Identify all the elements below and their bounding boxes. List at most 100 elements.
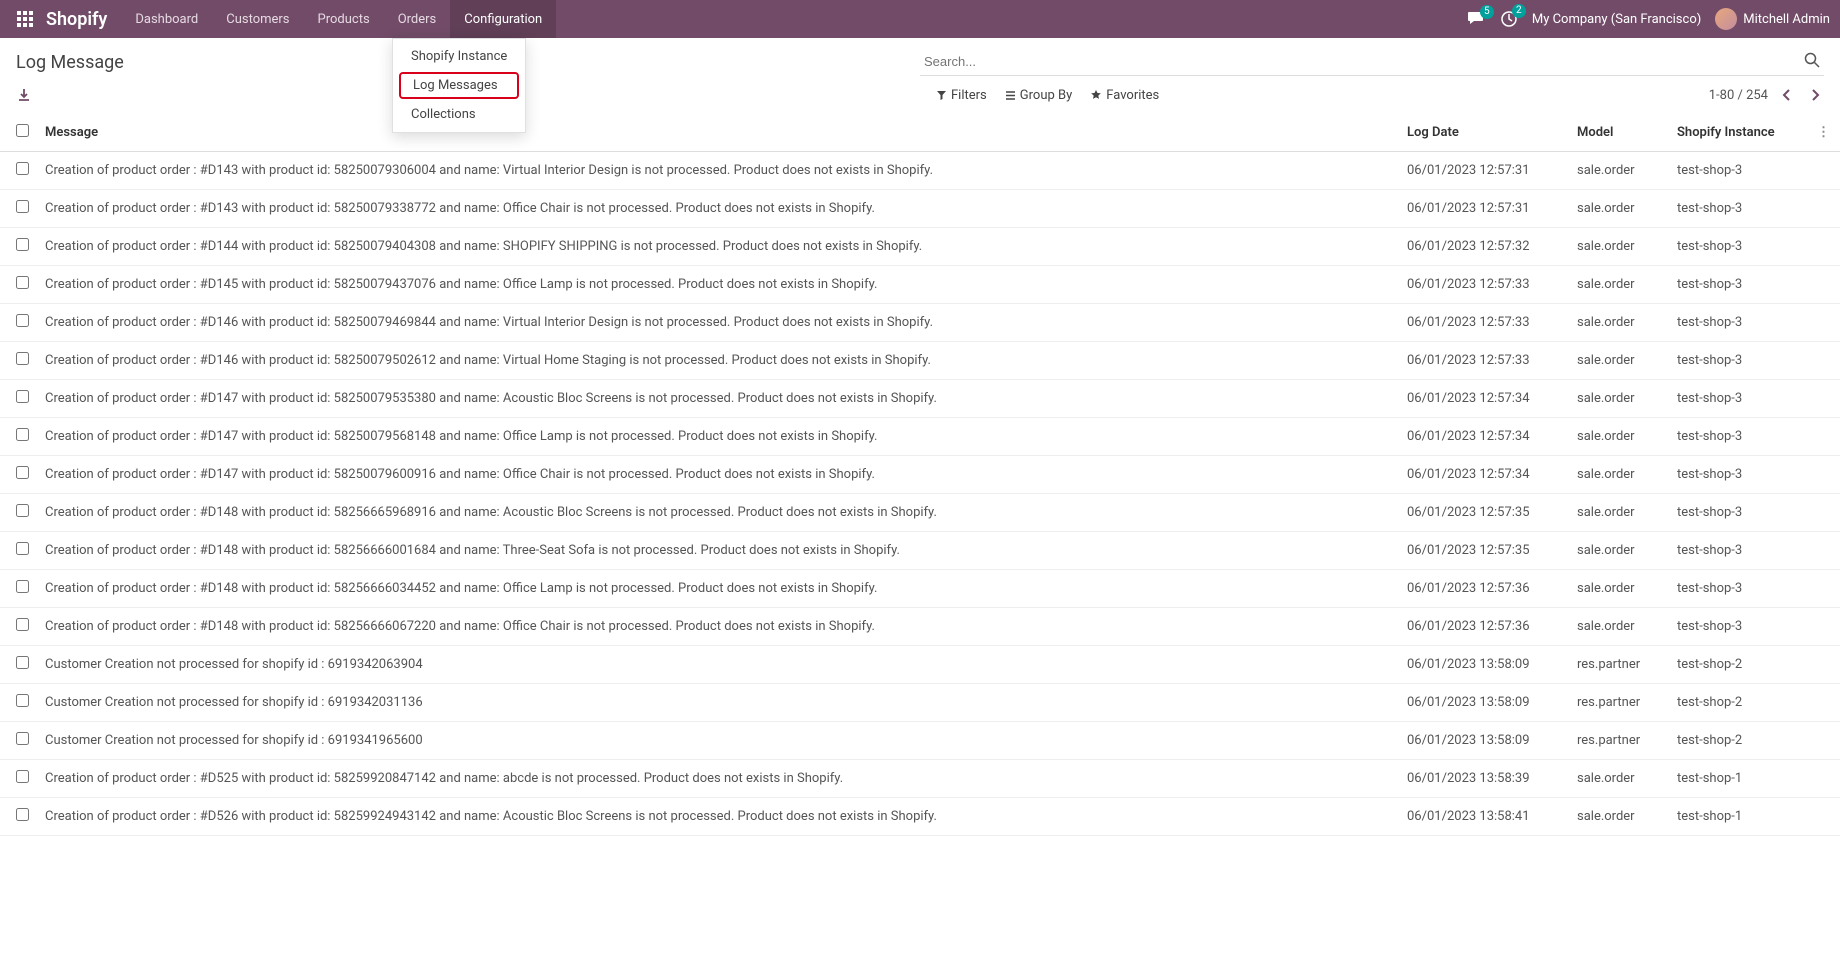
export-icon[interactable] xyxy=(16,87,32,103)
cell-instance: test-shop-3 xyxy=(1669,608,1809,646)
row-checkbox[interactable] xyxy=(16,694,29,707)
menu-collections[interactable]: Collections xyxy=(393,101,525,128)
col-message[interactable]: Message xyxy=(37,114,1399,152)
cell-message: Creation of product order : #D145 with p… xyxy=(37,266,1399,304)
table-row[interactable]: Customer Creation not processed for shop… xyxy=(0,722,1840,760)
cell-instance: test-shop-3 xyxy=(1669,304,1809,342)
cell-log-date: 06/01/2023 13:58:09 xyxy=(1399,722,1569,760)
col-model[interactable]: Model xyxy=(1569,114,1669,152)
cell-log-date: 06/01/2023 12:57:31 xyxy=(1399,190,1569,228)
activity-badge: 2 xyxy=(1512,4,1526,18)
table-row[interactable]: Creation of product order : #D525 with p… xyxy=(0,760,1840,798)
favorites-button[interactable]: Favorites xyxy=(1090,88,1159,103)
row-checkbox[interactable] xyxy=(16,428,29,441)
select-all-checkbox[interactable] xyxy=(16,124,29,137)
cell-message: Creation of product order : #D147 with p… xyxy=(37,456,1399,494)
row-checkbox[interactable] xyxy=(16,238,29,251)
activity-icon[interactable]: 2 xyxy=(1500,10,1518,28)
table-row[interactable]: Creation of product order : #D143 with p… xyxy=(0,152,1840,190)
row-checkbox[interactable] xyxy=(16,808,29,821)
cell-instance: test-shop-3 xyxy=(1669,152,1809,190)
table-row[interactable]: Customer Creation not processed for shop… xyxy=(0,684,1840,722)
row-checkbox[interactable] xyxy=(16,732,29,745)
cell-model: res.partner xyxy=(1569,646,1669,684)
nav-dashboard[interactable]: Dashboard xyxy=(121,0,212,38)
cell-model: sale.order xyxy=(1569,532,1669,570)
cell-message: Creation of product order : #D526 with p… xyxy=(37,798,1399,836)
table-row[interactable]: Creation of product order : #D146 with p… xyxy=(0,304,1840,342)
table-row[interactable]: Creation of product order : #D147 with p… xyxy=(0,380,1840,418)
cell-model: sale.order xyxy=(1569,152,1669,190)
table-row[interactable]: Creation of product order : #D148 with p… xyxy=(0,532,1840,570)
pager-prev-icon[interactable] xyxy=(1778,86,1796,104)
cell-instance: test-shop-2 xyxy=(1669,684,1809,722)
nav-orders[interactable]: Orders xyxy=(384,0,451,38)
cell-message: Customer Creation not processed for shop… xyxy=(37,722,1399,760)
col-shopify-instance[interactable]: Shopify Instance xyxy=(1669,114,1809,152)
search-input[interactable] xyxy=(920,48,1824,76)
cell-instance: test-shop-3 xyxy=(1669,456,1809,494)
table-row[interactable]: Creation of product order : #D147 with p… xyxy=(0,456,1840,494)
topbar: Shopify Dashboard Customers Products Ord… xyxy=(0,0,1840,38)
cell-message: Creation of product order : #D144 with p… xyxy=(37,228,1399,266)
configuration-dropdown: Shopify Instance Log Messages Collection… xyxy=(392,38,526,133)
company-selector[interactable]: My Company (San Francisco) xyxy=(1532,12,1701,27)
pager-range[interactable]: 1-80 / 254 xyxy=(1709,88,1768,103)
table-header-row: Message Log Date Model Shopify Instance … xyxy=(0,114,1840,152)
row-checkbox[interactable] xyxy=(16,542,29,555)
menu-shopify-instance[interactable]: Shopify Instance xyxy=(393,43,525,70)
group-by-button[interactable]: Group By xyxy=(1005,88,1073,103)
app-name[interactable]: Shopify xyxy=(46,9,107,30)
table-row[interactable]: Creation of product order : #D148 with p… xyxy=(0,570,1840,608)
row-checkbox[interactable] xyxy=(16,504,29,517)
menu-log-messages[interactable]: Log Messages xyxy=(399,72,519,99)
row-checkbox[interactable] xyxy=(16,466,29,479)
row-checkbox[interactable] xyxy=(16,770,29,783)
cell-log-date: 06/01/2023 13:58:39 xyxy=(1399,760,1569,798)
apps-icon[interactable] xyxy=(10,11,40,27)
table-row[interactable]: Creation of product order : #D148 with p… xyxy=(0,608,1840,646)
cell-message: Creation of product order : #D148 with p… xyxy=(37,608,1399,646)
cell-instance: test-shop-3 xyxy=(1669,228,1809,266)
log-table: Message Log Date Model Shopify Instance … xyxy=(0,114,1840,836)
table-row[interactable]: Creation of product order : #D144 with p… xyxy=(0,228,1840,266)
user-menu[interactable]: Mitchell Admin xyxy=(1715,8,1830,30)
cell-message: Creation of product order : #D147 with p… xyxy=(37,380,1399,418)
row-checkbox[interactable] xyxy=(16,162,29,175)
cell-log-date: 06/01/2023 13:58:09 xyxy=(1399,684,1569,722)
row-checkbox[interactable] xyxy=(16,390,29,403)
table-row[interactable]: Creation of product order : #D526 with p… xyxy=(0,798,1840,836)
filters-button[interactable]: Filters xyxy=(936,88,987,103)
nav-configuration[interactable]: Configuration xyxy=(450,0,556,38)
cell-log-date: 06/01/2023 13:58:09 xyxy=(1399,646,1569,684)
nav-customers[interactable]: Customers xyxy=(212,0,303,38)
cell-instance: test-shop-3 xyxy=(1669,570,1809,608)
nav-products[interactable]: Products xyxy=(304,0,384,38)
row-checkbox[interactable] xyxy=(16,656,29,669)
cell-log-date: 06/01/2023 13:58:41 xyxy=(1399,798,1569,836)
table-row[interactable]: Creation of product order : #D147 with p… xyxy=(0,418,1840,456)
table-row[interactable]: Customer Creation not processed for shop… xyxy=(0,646,1840,684)
column-options-icon[interactable]: ⋮ xyxy=(1817,125,1830,140)
cell-instance: test-shop-2 xyxy=(1669,722,1809,760)
cell-message: Customer Creation not processed for shop… xyxy=(37,684,1399,722)
row-checkbox[interactable] xyxy=(16,352,29,365)
row-checkbox[interactable] xyxy=(16,580,29,593)
table-row[interactable]: Creation of product order : #D143 with p… xyxy=(0,190,1840,228)
table-row[interactable]: Creation of product order : #D145 with p… xyxy=(0,266,1840,304)
cell-message: Creation of product order : #D148 with p… xyxy=(37,570,1399,608)
row-checkbox[interactable] xyxy=(16,276,29,289)
cell-model: sale.order xyxy=(1569,342,1669,380)
cell-instance: test-shop-3 xyxy=(1669,494,1809,532)
row-checkbox[interactable] xyxy=(16,314,29,327)
row-checkbox[interactable] xyxy=(16,618,29,631)
cell-model: sale.order xyxy=(1569,456,1669,494)
search-icon[interactable] xyxy=(1804,52,1820,68)
row-checkbox[interactable] xyxy=(16,200,29,213)
pager-next-icon[interactable] xyxy=(1806,86,1824,104)
messaging-icon[interactable]: 5 xyxy=(1468,11,1486,27)
table-row[interactable]: Creation of product order : #D148 with p… xyxy=(0,494,1840,532)
cell-model: sale.order xyxy=(1569,228,1669,266)
table-row[interactable]: Creation of product order : #D146 with p… xyxy=(0,342,1840,380)
col-log-date[interactable]: Log Date xyxy=(1399,114,1569,152)
